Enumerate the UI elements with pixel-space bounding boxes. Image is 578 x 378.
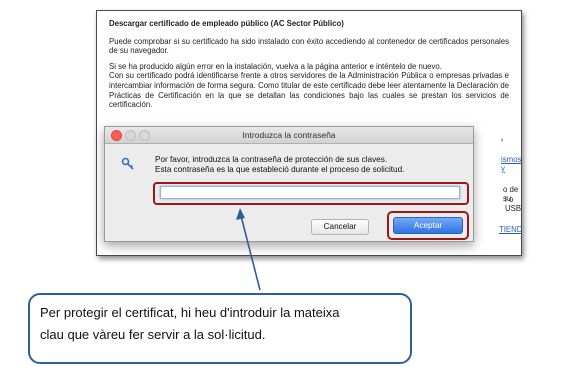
instruction-callout: Per protegir el certificat, hi heu d'int… (28, 293, 412, 364)
checkmark-icon: ᵛ (501, 138, 504, 145)
dialog-message-line2: Esta contraseña es la que estableció dur… (155, 165, 405, 175)
page-paragraph-2: Con su certificado podrá identificarse f… (109, 71, 509, 110)
page-paragraph-2-line1: Si se ha producido algún error en la ins… (109, 61, 442, 71)
callout-line2: clau que vàreu fer servir a la sol·licit… (40, 327, 266, 342)
page-text-fragment: l o USB (505, 195, 522, 213)
callout-text: Per protegir el certificat, hi heu d'int… (40, 302, 400, 346)
dialog-title: Introduzca la contraseña (242, 130, 336, 140)
dialog-message-line1: Por favor, introduzca la contraseña de p… (155, 155, 388, 164)
accept-button[interactable]: Aceptar (393, 217, 463, 234)
key-icon (121, 157, 134, 170)
tienda-link[interactable]: TIENDA (499, 225, 521, 234)
dialog-message: Por favor, introduzca la contraseña de p… (155, 155, 404, 175)
callout-line1: Per protegir el certificat, hi heu d'int… (40, 305, 340, 320)
page-paragraph-1: Puede comprobar si su certificado ha sid… (109, 36, 509, 56)
cancel-button[interactable]: Cancelar (311, 219, 369, 235)
page-heading: Descargar certificado de empleado públic… (109, 19, 344, 28)
page-link-fragment[interactable]: ismos y (501, 155, 521, 173)
certificate-page-content: Descargar certificado de empleado públic… (109, 19, 509, 110)
dialog-titlebar[interactable]: Introduzca la contraseña (105, 127, 473, 144)
password-input[interactable] (160, 186, 460, 199)
password-dialog: Introduzca la contraseña Por favor, intr… (104, 126, 474, 242)
